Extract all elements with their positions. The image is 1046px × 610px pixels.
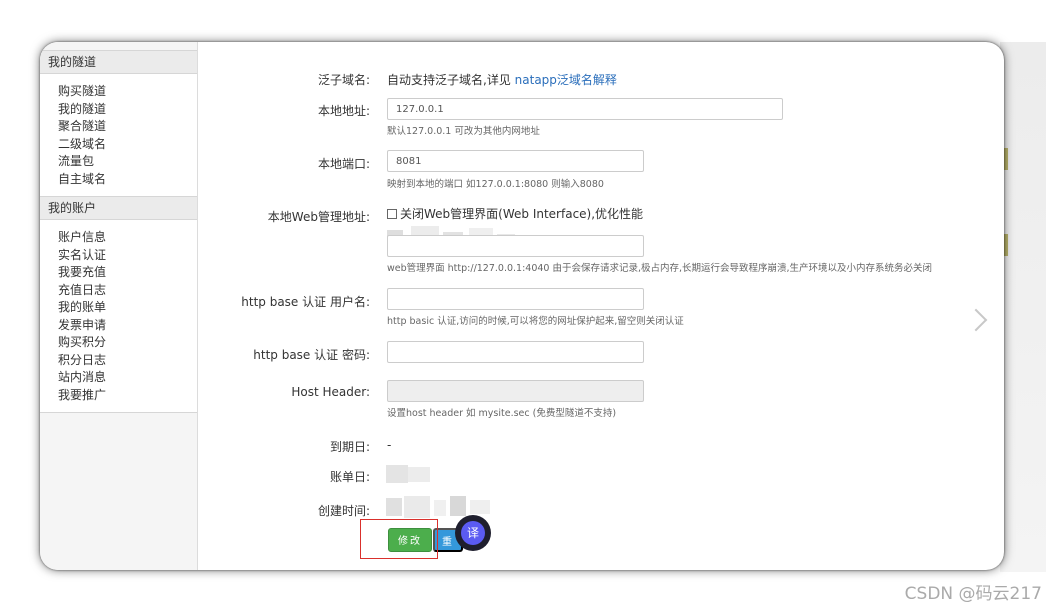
basic-user-label: http base 认证 用户名: xyxy=(241,295,370,309)
sidebar-item-invoice[interactable]: 发票申请 xyxy=(40,317,197,335)
sidebar-list-tunnels: 购买隧道 我的隧道 聚合隧道 二级域名 流量包 自主域名 xyxy=(40,74,197,196)
watermark: CSDN @码云217 xyxy=(904,584,1042,604)
sidebar-item-aggregate-tunnels[interactable]: 聚合隧道 xyxy=(40,118,197,136)
sidebar-item-account-info[interactable]: 账户信息 xyxy=(40,229,197,247)
web-admin-label: 本地Web管理地址: xyxy=(267,210,370,224)
sidebar-item-recharge-log[interactable]: 充值日志 xyxy=(40,282,197,300)
sidebar-item-custom-domain[interactable]: 自主域名 xyxy=(40,171,197,189)
sidebar-item-my-tunnels[interactable]: 我的隧道 xyxy=(40,101,197,119)
web-admin-hint: web管理界面 http://127.0.0.1:4040 由于会保存请求记录,… xyxy=(387,263,933,274)
local-addr-hint: 默认127.0.0.1 可改为其他内网地址 xyxy=(387,126,540,137)
expire-label: 到期日: xyxy=(329,440,370,454)
basic-user-input[interactable] xyxy=(387,288,644,310)
web-admin-checkbox-label: 关闭Web管理界面(Web Interface),优化性能 xyxy=(400,207,644,221)
wildcard-label: 泛子域名: xyxy=(317,73,370,87)
web-admin-checkbox-row[interactable]: 关闭Web管理界面(Web Interface),优化性能 xyxy=(387,205,643,222)
sidebar-item-points-log[interactable]: 积分日志 xyxy=(40,352,197,370)
bill-day-redacted xyxy=(386,465,432,483)
bill-day-label: 账单日: xyxy=(329,470,370,484)
sidebar-list-account: 账户信息 实名认证 我要充值 充值日志 我的账单 发票申请 购买积分 积分日志 … xyxy=(40,220,197,412)
form-area: 泛子域名: 自动支持泛子域名,详见 natapp泛域名解释 本地地址: 默认12… xyxy=(198,42,1004,570)
host-header-hint: 设置host header 如 mysite.sec (免费型隧道不支持) xyxy=(387,408,617,419)
wildcard-desc: 自动支持泛子域名,详见 xyxy=(387,73,511,87)
host-header-label: Host Header: xyxy=(291,385,370,399)
wildcard-text: 自动支持泛子域名,详见 natapp泛域名解释 xyxy=(387,71,617,88)
translate-button[interactable]: 译 xyxy=(455,515,491,551)
basic-user-hint: http basic 认证,访问的时候,可以将您的网址保护起来,留空则关闭认证 xyxy=(387,316,684,327)
screenshot-frame: 我的隧道 购买隧道 我的隧道 聚合隧道 二级域名 流量包 自主域名 我的账户 账… xyxy=(40,42,1004,570)
basic-pass-label: http base 认证 密码: xyxy=(253,348,370,362)
sidebar-item-promote[interactable]: 我要推广 xyxy=(40,387,197,405)
expire-value: - xyxy=(387,438,392,452)
backdrop xyxy=(1000,42,1046,572)
sidebar-section-account: 我的账户 xyxy=(40,196,197,220)
translate-icon: 译 xyxy=(461,521,485,545)
sidebar-item-buy-points[interactable]: 购买积分 xyxy=(40,334,197,352)
sidebar-section-tunnels: 我的隧道 xyxy=(40,50,197,74)
sidebar-item-verification[interactable]: 实名认证 xyxy=(40,247,197,265)
web-admin-checkbox[interactable] xyxy=(387,209,397,219)
sidebar-item-my-bills[interactable]: 我的账单 xyxy=(40,299,197,317)
wildcard-doc-link[interactable]: natapp泛域名解释 xyxy=(515,73,617,87)
sidebar-item-recharge[interactable]: 我要充值 xyxy=(40,264,197,282)
local-port-input[interactable] xyxy=(387,150,644,172)
local-addr-label: 本地地址: xyxy=(317,104,370,118)
created-redacted xyxy=(386,496,496,518)
host-header-input xyxy=(387,380,644,402)
sidebar: 我的隧道 购买隧道 我的隧道 聚合隧道 二级域名 流量包 自主域名 我的账户 账… xyxy=(40,42,198,570)
basic-pass-input[interactable] xyxy=(387,341,644,363)
local-port-hint: 映射到本地的端口 如127.0.0.1:8080 则输入8080 xyxy=(387,179,604,190)
sidebar-item-buy-tunnel[interactable]: 购买隧道 xyxy=(40,83,197,101)
sidebar-item-traffic-pack[interactable]: 流量包 xyxy=(40,153,197,171)
local-port-label: 本地端口: xyxy=(317,157,370,171)
highlight-box xyxy=(360,519,438,559)
sidebar-item-subdomain[interactable]: 二级域名 xyxy=(40,136,197,154)
local-addr-input[interactable] xyxy=(387,98,783,120)
created-label: 创建时间: xyxy=(317,504,370,518)
sidebar-item-messages[interactable]: 站内消息 xyxy=(40,369,197,387)
web-admin-input[interactable] xyxy=(387,235,644,257)
